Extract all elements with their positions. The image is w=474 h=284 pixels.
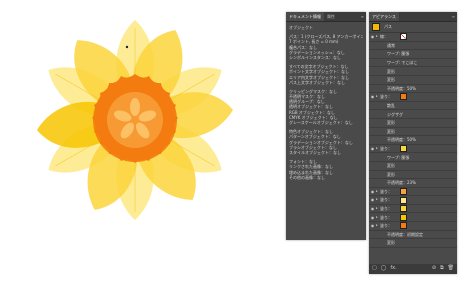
visibility-eye-icon[interactable]: ◉ (369, 146, 376, 151)
panel-menu-icon[interactable]: ≡ (361, 14, 366, 19)
effect-link[interactable]: 変形 (387, 69, 395, 74)
effect-link[interactable]: ワープ: 膨張 (387, 155, 409, 160)
square-icon[interactable]: ▢ (372, 266, 377, 271)
appearance-subrow[interactable]: ◉変形 (369, 128, 457, 137)
doc-info-line: その他の画像：なし (289, 174, 325, 180)
visibility-eye-icon[interactable]: ◉ (369, 206, 376, 211)
appearance-row-fill[interactable]: ◉ ▸ 塗り： (369, 196, 457, 205)
duplicate-icon[interactable]: ⧉ (440, 266, 444, 271)
fx-button[interactable]: fx. (390, 266, 396, 271)
app-panel-tabbar: アピアランス ≡ (369, 12, 457, 22)
effect-link[interactable]: 不透明度：50% (387, 137, 416, 142)
appearance-panel: アピアランス ≡ パス ◉▸線：◉通常◉ワープ: 膨張◉ワープ: でこぼこ◉変形… (369, 12, 457, 274)
appearance-subrow[interactable]: ◉不透明度：初期設定 (369, 231, 457, 240)
appearance-attr-label: 塗り： (380, 94, 392, 100)
appearance-subrow[interactable]: ◉通常 (369, 42, 457, 51)
appearance-header: パス (369, 22, 457, 33)
appearance-subrow[interactable]: ◉ワープ: 膨張 (369, 50, 457, 59)
visibility-eye-icon[interactable]: ◉ (369, 94, 376, 99)
fill-swatch[interactable] (400, 213, 407, 221)
visibility-eye-icon[interactable]: ◉ (369, 215, 376, 220)
appearance-attr-label: 塗り： (380, 197, 392, 203)
appearance-attr-label: 塗り： (380, 223, 392, 229)
appearance-attr-label: 塗り： (380, 145, 392, 151)
appearance-subrow[interactable]: ◉変形 (369, 162, 457, 171)
appearance-subrow[interactable]: ◉変形 (369, 239, 457, 248)
appearance-subrow[interactable]: ◉変形 (369, 76, 457, 85)
effect-link[interactable]: 不透明度：50% (387, 86, 416, 91)
appearance-row-stroke[interactable]: ◉ ▸ 線： (369, 33, 457, 42)
tab-appearance[interactable]: アピアランス (369, 12, 399, 21)
appearance-subrow[interactable]: ◉不透明度：50% (369, 85, 457, 94)
appearance-subrow[interactable]: ◉不透明度：50% (369, 136, 457, 145)
daffodil-artwork[interactable] (30, 20, 240, 220)
effect-link[interactable]: 散乱 (387, 103, 395, 108)
visibility-eye-icon[interactable]: ◉ (369, 34, 376, 39)
effect-link[interactable]: ジグザグ (387, 112, 403, 117)
effect-link[interactable]: 変形 (387, 240, 395, 245)
effect-link[interactable]: ワープ: でこぼこ (387, 60, 417, 65)
appearance-subrow[interactable]: ◉ワープ: でこぼこ (369, 59, 457, 68)
visibility-eye-icon[interactable]: ◉ (369, 197, 376, 202)
fill-swatch[interactable] (400, 222, 407, 230)
appearance-row-fill[interactable]: ◉ ▸ 塗り： (369, 93, 457, 102)
tab-attributes[interactable]: 属性 (324, 12, 338, 21)
effect-link[interactable]: 変形 (387, 120, 395, 125)
appearance-attr-label: 塗り： (380, 188, 392, 194)
effect-link[interactable]: 不透明度：初期設定 (387, 232, 423, 237)
panel-menu-icon[interactable]: ≡ (452, 14, 457, 19)
fill-swatch[interactable] (400, 93, 407, 101)
appearance-subrow[interactable]: ◉不透明度：23% (369, 179, 457, 188)
appearance-row-fill[interactable]: ◉ ▸ 塗り： (369, 213, 457, 223)
fill-swatch[interactable] (400, 205, 407, 213)
appearance-subrow[interactable]: ◉変形 (369, 67, 457, 76)
circle-icon[interactable]: ◯ (381, 266, 387, 271)
effect-link[interactable]: 不透明度：23% (387, 180, 416, 185)
fill-swatch[interactable] (400, 145, 407, 153)
effect-link[interactable]: 通常 (387, 43, 395, 48)
doc-panel-tabbar: ドキュメント情報 属性 ≡ (286, 12, 366, 22)
appearance-footer: ▢ ◯ fx. ⊘ ⧉ 🗑 (369, 264, 457, 274)
tab-document-info[interactable]: ドキュメント情報 (286, 12, 324, 21)
effect-link[interactable]: ワープ: 膨張 (387, 51, 409, 56)
appearance-subrow[interactable]: ◉ジグザグ (369, 110, 457, 119)
appearance-subrow[interactable]: ◉ワープ: 膨張 (369, 153, 457, 162)
object-type-label: パス (384, 24, 392, 30)
path-thumbnail-icon (372, 23, 380, 31)
visibility-eye-icon[interactable]: ◉ (369, 189, 376, 194)
appearance-attr-label: 線： (380, 34, 388, 40)
visibility-eye-icon[interactable]: ◉ (369, 223, 376, 228)
fill-swatch[interactable] (400, 196, 407, 204)
fill-swatch[interactable] (400, 187, 407, 195)
anchor-point[interactable] (125, 45, 129, 49)
doc-info-line: グラデーションオブジェクト：なし (289, 139, 353, 145)
appearance-subrow[interactable]: ◉変形 (369, 171, 457, 180)
effect-link[interactable]: 変形 (387, 129, 395, 134)
stroke-swatch[interactable] (400, 33, 407, 41)
appearance-subrow[interactable]: ◉散乱 (369, 102, 457, 111)
appearance-row-fill[interactable]: ◉ ▸ 塗り： (369, 222, 457, 231)
appearance-row-fill[interactable]: ◉ ▸ 塗り： (369, 187, 457, 197)
doc-info-line: グレースケールオブジェクト：なし (289, 120, 353, 125)
doc-info-body: オブジェクト パス：1 (クローズパス, 8 アンカーポイント, 7 ポイント, 長… (286, 22, 366, 183)
document-info-panel: ドキュメント情報 属性 ≡ オブジェクト パス：1 (クローズパス, 8 アンカー… (286, 12, 366, 240)
effect-link[interactable]: 変形 (387, 163, 395, 168)
appearance-subrow[interactable]: ◉変形 (369, 119, 457, 128)
appearance-attr-label: 塗り： (380, 206, 392, 212)
effect-link[interactable]: 変形 (387, 77, 395, 82)
trash-icon[interactable]: 🗑 (448, 266, 454, 271)
appearance-row-fill[interactable]: ◉ ▸ 塗り： (369, 145, 457, 154)
appearance-attr-label: 塗り： (380, 214, 392, 220)
appearance-rows: ◉▸線：◉通常◉ワープ: 膨張◉ワープ: でこぼこ◉変形◉変形◉不透明度：50%… (369, 33, 457, 248)
clear-icon[interactable]: ⊘ (432, 266, 436, 271)
appearance-row-fill[interactable]: ◉ ▸ 塗り： (369, 205, 457, 214)
effect-link[interactable]: 変形 (387, 172, 395, 177)
